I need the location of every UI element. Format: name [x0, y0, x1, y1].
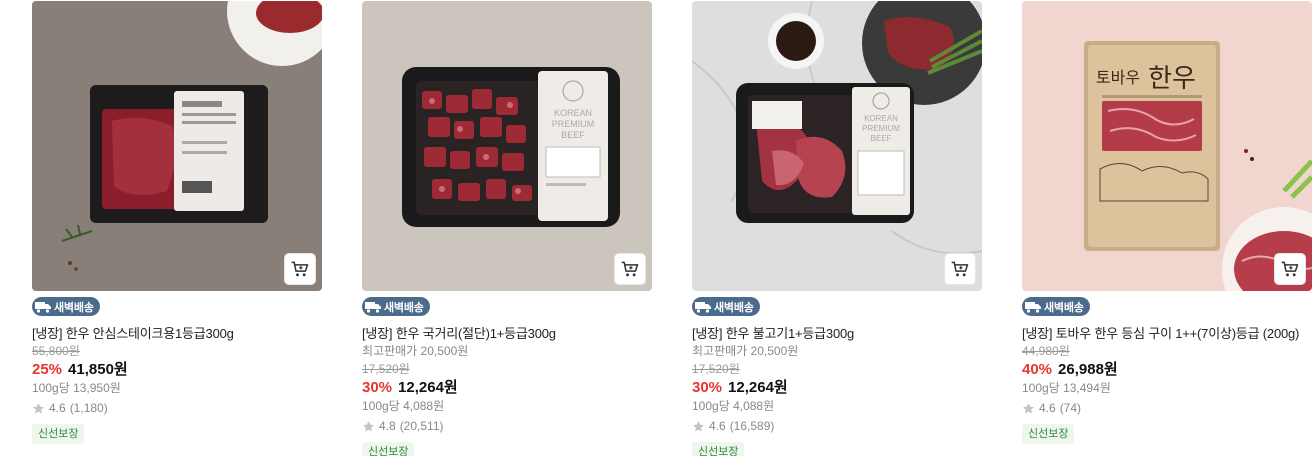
unit-price: 100g당 13,494원	[1022, 380, 1111, 395]
add-to-cart-button[interactable]	[944, 253, 976, 285]
unit-price: 100g당 4,088원	[362, 398, 445, 413]
product-image[interactable]: 토바우 한우	[1022, 1, 1312, 291]
svg-text:BEEF: BEEF	[871, 134, 892, 143]
star-icon	[32, 402, 45, 414]
cart-icon	[951, 261, 969, 277]
add-to-cart-button[interactable]	[284, 253, 316, 285]
rating-score: 4.6	[49, 400, 66, 415]
review-count: (16,589)	[729, 418, 775, 433]
svg-text:PREMIUM: PREMIUM	[862, 124, 900, 133]
review-count: (74)	[1059, 400, 1082, 415]
star-icon	[362, 420, 375, 432]
unit-price: 100g당 13,950원	[32, 380, 121, 395]
product-name[interactable]: [냉장] 한우 국거리(절단)1+등급300g	[362, 325, 652, 342]
original-price: 17,520원	[692, 361, 740, 376]
product-card[interactable]: KOREAN PREMIUM BEEF 새벽배송 [냉장] 한우 불고기1+등급…	[692, 1, 982, 456]
original-price: 55,800원	[32, 343, 80, 358]
rating-score: 4.6	[1039, 400, 1056, 415]
price-row: 30% 12,264원	[692, 378, 982, 397]
max-price-note: 최고판매가 20,500원	[362, 343, 469, 358]
rating-score: 4.8	[379, 418, 396, 433]
fresh-guarantee-tag: 신선보장	[362, 441, 415, 456]
max-price-note: 최고판매가 20,500원	[692, 343, 799, 358]
sale-price: 26,988원	[1058, 360, 1118, 378]
sale-price: 41,850원	[68, 360, 128, 378]
cart-icon	[621, 261, 639, 277]
review-count: (1,180)	[69, 400, 108, 415]
truck-icon	[35, 301, 51, 313]
product-image[interactable]	[32, 1, 322, 291]
original-price: 17,520원	[362, 361, 410, 376]
star-icon	[1022, 402, 1035, 414]
product-card[interactable]: KOREAN PREMIUM BEEF 새벽배송 [냉장] 한우 국거리(절단)…	[362, 1, 652, 456]
truck-icon	[365, 301, 381, 313]
add-to-cart-button[interactable]	[1274, 253, 1306, 285]
truck-icon	[1025, 301, 1041, 313]
discount-rate: 30%	[692, 378, 723, 396]
soup-beef-package-photo: KOREAN PREMIUM BEEF	[362, 1, 652, 291]
review-count: (20,511)	[399, 418, 444, 433]
product-name[interactable]: [냉장] 한우 안심스테이크용1등급300g	[32, 325, 322, 342]
svg-text:KOREAN: KOREAN	[554, 108, 592, 118]
svg-text:KOREAN: KOREAN	[864, 114, 898, 123]
discount-rate: 40%	[1022, 360, 1053, 378]
original-price: 44,980원	[1022, 343, 1070, 358]
svg-text:한우: 한우	[1148, 64, 1196, 94]
delivery-badge: 새벽배송	[1022, 297, 1090, 316]
svg-text:PREMIUM: PREMIUM	[552, 119, 595, 129]
fresh-guarantee-tag: 신선보장	[1022, 423, 1075, 444]
truck-icon	[695, 301, 711, 313]
rating: 4.6 (1,180)	[32, 400, 322, 417]
rating-score: 4.6	[709, 418, 726, 433]
product-card[interactable]: 새벽배송 [냉장] 한우 안심스테이크용1등급300g 55,800원 25% …	[32, 1, 322, 444]
add-to-cart-button[interactable]	[614, 253, 646, 285]
delivery-badge: 새벽배송	[32, 297, 100, 316]
rating: 4.6 (16,589)	[692, 418, 982, 435]
sale-price: 12,264원	[728, 378, 788, 396]
svg-text:BEEF: BEEF	[561, 130, 585, 140]
unit-price: 100g당 4,088원	[692, 398, 775, 413]
delivery-badge: 새벽배송	[692, 297, 760, 316]
discount-rate: 25%	[32, 360, 63, 378]
rating: 4.6 (74)	[1022, 400, 1312, 417]
delivery-label: 새벽배송	[714, 301, 754, 314]
fresh-guarantee-tag: 신선보장	[32, 423, 85, 444]
product-name[interactable]: [냉장] 한우 불고기1+등급300g	[692, 325, 982, 342]
delivery-label: 새벽배송	[1044, 301, 1084, 314]
fresh-guarantee-tag: 신선보장	[692, 441, 745, 456]
bulgogi-package-photo: KOREAN PREMIUM BEEF	[692, 1, 982, 291]
sale-price: 12,264원	[398, 378, 458, 396]
rating: 4.8 (20,511)	[362, 418, 652, 435]
delivery-badge: 새벽배송	[362, 297, 430, 316]
product-image[interactable]: KOREAN PREMIUM BEEF	[362, 1, 652, 291]
cart-icon	[1281, 261, 1299, 277]
delivery-label: 새벽배송	[54, 301, 94, 314]
star-icon	[692, 420, 705, 432]
discount-rate: 30%	[362, 378, 393, 396]
price-row: 40% 26,988원	[1022, 360, 1312, 379]
product-name[interactable]: [냉장] 토바우 한우 등심 구이 1++(7이상)등급 (200g)	[1022, 325, 1312, 342]
svg-text:토바우: 토바우	[1096, 68, 1140, 87]
product-image[interactable]: KOREAN PREMIUM BEEF	[692, 1, 982, 291]
steak-package-photo	[32, 1, 322, 291]
delivery-label: 새벽배송	[384, 301, 424, 314]
cart-icon	[291, 261, 309, 277]
price-row: 25% 41,850원	[32, 360, 322, 379]
price-row: 30% 12,264원	[362, 378, 652, 397]
product-card[interactable]: 토바우 한우 새벽배송 [냉장] 토바우 한우 등심 구이 1++(7이상)등급…	[1022, 1, 1312, 444]
sirloin-box-photo: 토바우 한우	[1022, 1, 1312, 291]
